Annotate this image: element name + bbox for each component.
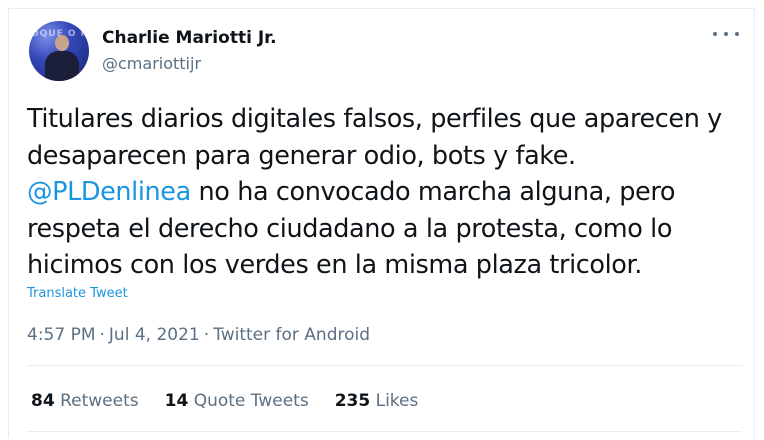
tweet-meta: 4:57 PM · Jul 4, 2021 · Twitter for Android bbox=[27, 325, 370, 345]
meta-separator: · bbox=[203, 325, 210, 345]
likes-stat[interactable]: 235 Likes bbox=[335, 391, 419, 411]
author-display-name[interactable]: Charlie Mariotti Jr. bbox=[102, 28, 277, 48]
tweet-text: Titulares diarios digitales falsos, perf… bbox=[27, 101, 742, 284]
mention-link[interactable]: @PLDenlinea bbox=[27, 177, 191, 207]
translate-tweet-link[interactable]: Translate Tweet bbox=[27, 286, 128, 301]
divider bbox=[27, 365, 742, 366]
tweet-source[interactable]: Twitter for Android bbox=[213, 325, 370, 345]
quote-tweets-label: Quote Tweets bbox=[193, 391, 309, 411]
divider bbox=[27, 431, 742, 432]
tweet-text-part-1: Titulares diarios digitales falsos, perf… bbox=[27, 104, 722, 171]
avatar-person-body bbox=[45, 51, 79, 81]
avatar[interactable]: OQUE O MEDIN bbox=[29, 21, 89, 81]
quote-tweets-count: 14 bbox=[164, 391, 189, 411]
retweets-label: Retweets bbox=[60, 391, 139, 411]
meta-separator: · bbox=[99, 325, 105, 345]
more-dot bbox=[724, 32, 728, 36]
tweet-stats: 84 Retweets 14 Quote Tweets 235 Likes bbox=[31, 391, 418, 411]
likes-label: Likes bbox=[375, 391, 419, 411]
avatar-person-head bbox=[55, 35, 69, 51]
more-dot bbox=[713, 32, 717, 36]
author-handle[interactable]: @cmariottijr bbox=[102, 54, 201, 73]
tweet-date[interactable]: Jul 4, 2021 bbox=[109, 325, 200, 345]
quote-tweets-stat[interactable]: 14 Quote Tweets bbox=[165, 391, 309, 411]
tweet-time[interactable]: 4:57 PM bbox=[27, 325, 96, 345]
more-options-icon[interactable] bbox=[713, 24, 739, 44]
likes-count: 235 bbox=[334, 391, 371, 411]
retweets-count: 84 bbox=[31, 391, 55, 411]
more-dot bbox=[735, 32, 739, 36]
retweets-stat[interactable]: 84 Retweets bbox=[31, 391, 139, 411]
